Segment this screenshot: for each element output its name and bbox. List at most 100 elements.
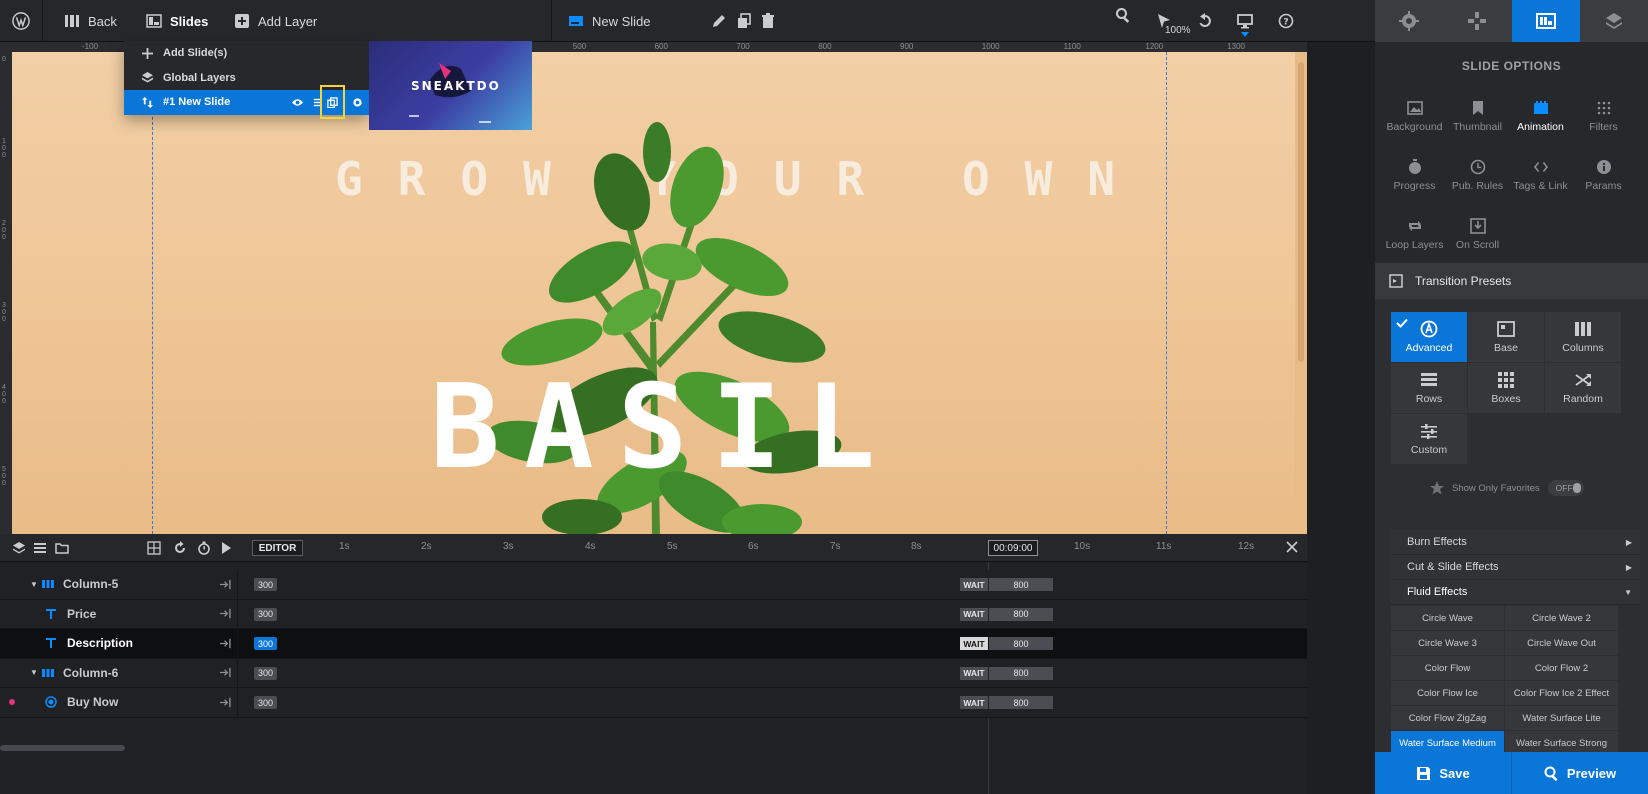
start-time-bar[interactable]: 300	[254, 578, 277, 591]
preview-button[interactable]: Preview	[1511, 752, 1648, 794]
effect-item[interactable]: Circle Wave	[1391, 606, 1504, 630]
preset-random[interactable]: Random	[1545, 363, 1621, 413]
layer-cell[interactable]: ▼ Column-5	[0, 570, 238, 599]
layer-cell[interactable]: Price	[0, 599, 238, 628]
timeline-row[interactable]: Buy Now 300 WAIT 800	[0, 688, 1307, 718]
option-params[interactable]: Params	[1572, 159, 1635, 204]
help-button[interactable]: ?	[1270, 0, 1302, 42]
timeline-row[interactable]: ▼ Column-6 300 WAIT 800	[0, 658, 1307, 688]
timeline-timer-button[interactable]	[196, 540, 212, 556]
tab-general-settings[interactable]	[1375, 0, 1443, 42]
option-progress[interactable]: Progress	[1383, 159, 1446, 204]
category-burn-effects[interactable]: Burn Effects ▶	[1391, 530, 1640, 555]
wait-bar[interactable]: WAIT	[960, 637, 988, 650]
layer-cell[interactable]: Description	[0, 629, 238, 658]
timeline-loop-button[interactable]	[172, 540, 188, 556]
timeline-list-button[interactable]	[32, 540, 48, 556]
zoom-button[interactable]	[1107, 0, 1139, 36]
current-time[interactable]: 00:09:00	[988, 540, 1038, 556]
effect-item[interactable]: Circle Wave Out	[1505, 631, 1618, 655]
layer-cell[interactable]: Buy Now	[0, 688, 238, 717]
editor-mode-button[interactable]: EDITOR	[252, 540, 303, 556]
option-thumbnail[interactable]: Thumbnail	[1446, 100, 1509, 145]
canvas-vertical-scrollbar[interactable]	[1295, 52, 1307, 534]
effect-item[interactable]: Circle Wave 3	[1391, 631, 1504, 655]
caret-down-icon[interactable]: ▼	[30, 580, 38, 589]
timeline-row[interactable]: Description 300 WAIT 800	[0, 629, 1307, 659]
transition-presets-header[interactable]: Transition Presets	[1375, 263, 1648, 299]
effect-item[interactable]: Color Flow	[1391, 656, 1504, 680]
delete-slide-button[interactable]	[752, 0, 784, 42]
effect-item[interactable]: Color Flow ZigZag	[1391, 706, 1504, 730]
title-layer[interactable]: BASIL	[430, 360, 899, 495]
option-tags-link[interactable]: Tags & Link	[1509, 159, 1572, 204]
effect-item[interactable]: Circle Wave 2	[1505, 606, 1618, 630]
category-cut-slide-effects[interactable]: Cut & Slide Effects ▶	[1391, 555, 1640, 580]
align-end-icon[interactable]	[219, 666, 233, 680]
align-end-icon[interactable]	[219, 577, 233, 591]
effect-item[interactable]: Color Flow 2	[1505, 656, 1618, 680]
timeline-play-button[interactable]	[218, 540, 234, 556]
slides-button[interactable]: Slides	[146, 0, 208, 42]
option-pub-rules[interactable]: Pub. Rules	[1446, 159, 1509, 204]
add-layer-button[interactable]: Add Layer	[234, 0, 317, 42]
start-time-bar[interactable]: 300	[254, 666, 277, 680]
timeline-row[interactable]: Price 300 WAIT 800	[0, 599, 1307, 629]
slide-canvas[interactable]: GROW YOUR OWN BASIL	[12, 52, 1307, 534]
option-animation[interactable]: Animation	[1509, 100, 1572, 145]
timeline-grid-button[interactable]	[146, 540, 162, 556]
preset-boxes[interactable]: Boxes	[1468, 363, 1544, 413]
option-background[interactable]: Background	[1383, 100, 1446, 145]
wait-bar[interactable]: WAIT	[960, 666, 988, 680]
end-time-bar[interactable]: 800	[989, 578, 1053, 591]
tab-layers[interactable]	[1580, 0, 1648, 42]
timeline-horizontal-scrollbar[interactable]	[0, 745, 125, 751]
wait-bar[interactable]: WAIT	[960, 696, 988, 709]
slide-item-1[interactable]: #1 New Slide	[124, 85, 369, 119]
option-loop-layers[interactable]: Loop Layers	[1383, 218, 1446, 263]
align-end-icon[interactable]	[219, 695, 233, 709]
start-time-bar[interactable]: 300	[254, 607, 277, 621]
preset-base[interactable]: Base	[1468, 312, 1544, 362]
save-button[interactable]: Save	[1375, 752, 1511, 794]
timeline-folder-button[interactable]	[54, 540, 70, 556]
align-end-icon[interactable]	[219, 607, 233, 621]
effect-item[interactable]: Water Surface Lite	[1505, 706, 1618, 730]
layer-cell[interactable]: ▼ Column-6	[0, 658, 238, 687]
option-on-scroll[interactable]: On Scroll	[1446, 218, 1509, 263]
favorites-toggle[interactable]: OFF	[1547, 480, 1584, 496]
tab-slide-options[interactable]	[1511, 0, 1580, 42]
preset-rows[interactable]: Rows	[1391, 363, 1467, 413]
option-filters[interactable]: Filters	[1572, 100, 1635, 145]
end-time-bar[interactable]: 800	[989, 696, 1053, 709]
effect-item[interactable]: Color Flow Ice	[1391, 681, 1504, 705]
start-time-bar[interactable]: 300	[254, 696, 277, 709]
wait-bar[interactable]: WAIT	[960, 578, 988, 591]
preset-advanced[interactable]: Advanced	[1391, 312, 1467, 362]
canvas-scroll-thumb[interactable]	[1298, 62, 1304, 362]
gear-icon[interactable]	[352, 97, 363, 108]
timeline-layers-button[interactable]	[11, 540, 27, 556]
end-time-bar[interactable]: 800	[989, 666, 1053, 680]
timeline-row[interactable]: ▼ Column-5 300 WAIT 800	[0, 570, 1307, 600]
preset-custom[interactable]: Custom	[1391, 414, 1467, 464]
start-time-bar[interactable]: 300	[254, 637, 277, 650]
select-tool-button[interactable]	[1148, 0, 1180, 42]
duplicate-slide-highlight[interactable]	[320, 85, 345, 119]
category-fluid-effects[interactable]: Fluid Effects ▼	[1391, 580, 1640, 605]
end-time-bar[interactable]: 800	[989, 637, 1053, 650]
undo-button[interactable]	[1189, 0, 1221, 42]
eye-icon[interactable]	[292, 97, 303, 108]
wait-bar[interactable]: WAIT	[960, 607, 988, 621]
slide-name[interactable]: New Slide	[568, 0, 651, 42]
wordpress-logo-icon[interactable]	[0, 0, 42, 42]
effect-item[interactable]: Color Flow Ice 2 Effect	[1505, 681, 1618, 705]
end-time-bar[interactable]: 800	[989, 607, 1053, 621]
add-slides-item[interactable]: Add Slide(s)	[124, 41, 369, 66]
back-button[interactable]: Back	[64, 0, 117, 42]
tab-navigation[interactable]	[1443, 0, 1511, 42]
align-end-icon[interactable]	[219, 636, 233, 650]
caret-down-icon[interactable]: ▼	[30, 668, 38, 677]
close-icon[interactable]	[1284, 539, 1300, 555]
preset-columns[interactable]: Columns	[1545, 312, 1621, 362]
